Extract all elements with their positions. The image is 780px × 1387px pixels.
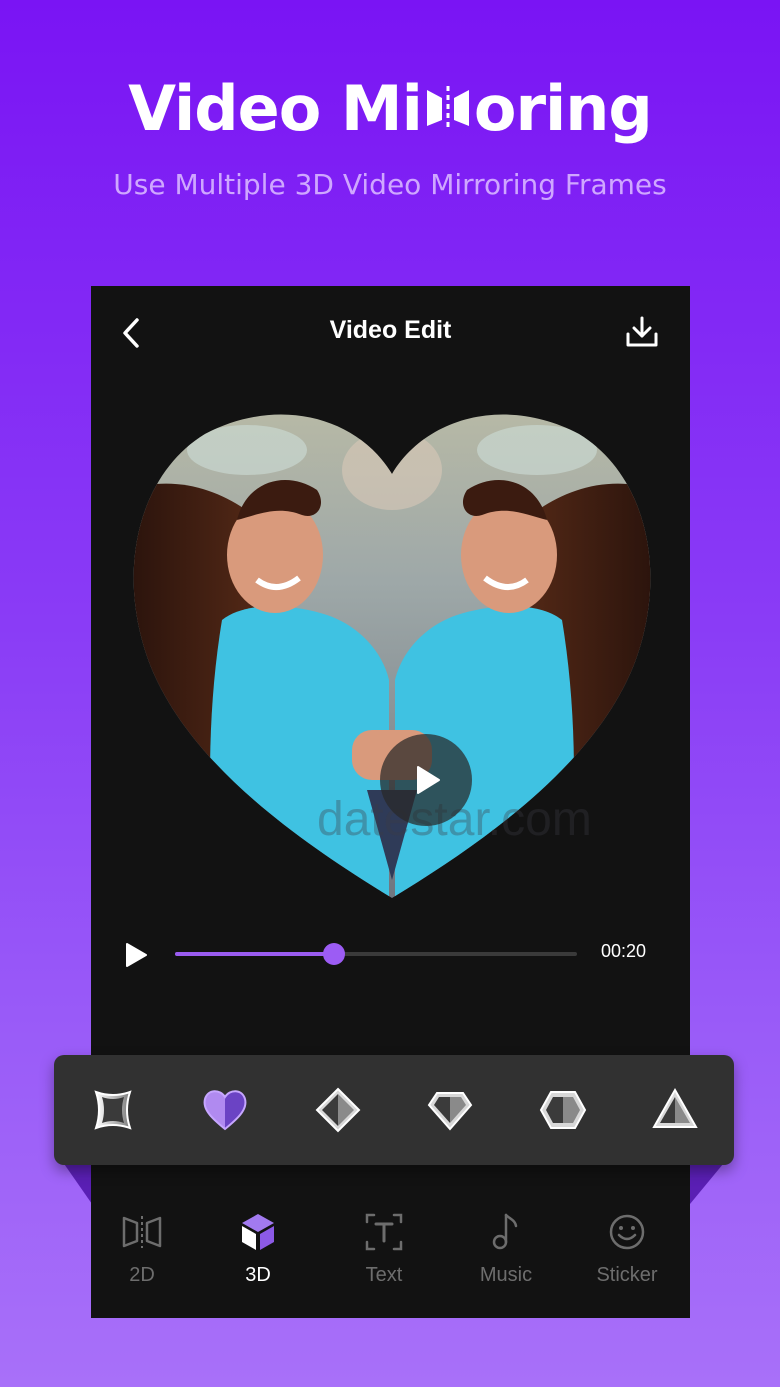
frame-option-square[interactable] — [88, 1085, 138, 1135]
hexagon-frame-icon — [539, 1091, 587, 1129]
seek-thumb[interactable] — [322, 943, 345, 965]
headline-text-start: Video Mi — [128, 72, 423, 145]
screen-title: Video Edit — [329, 316, 452, 344]
tab-text[interactable]: Text — [329, 1196, 439, 1296]
cube-3d-icon — [242, 1214, 274, 1250]
tab-2d[interactable]: 2D — [87, 1196, 197, 1296]
tab-2d-label: 2D — [129, 1264, 155, 1286]
gem-frame-icon — [427, 1092, 473, 1131]
frame-option-triangle[interactable] — [650, 1085, 700, 1135]
download-button[interactable] — [624, 314, 660, 350]
diamond-frame-icon — [315, 1087, 361, 1133]
music-note-icon — [492, 1213, 518, 1250]
mirror-frame-selector — [54, 1055, 734, 1165]
playback-bar: 00:20 — [91, 936, 690, 972]
frame-option-heart[interactable] — [200, 1085, 250, 1135]
tab-sticker[interactable]: Sticker — [572, 1196, 682, 1296]
frame-option-hexagon[interactable] — [538, 1085, 588, 1135]
promo-headline: Video Mi oring — [0, 72, 780, 149]
mirror-icon — [423, 76, 473, 149]
bottom-tab-bar: 2D 3D Text Music Sticker — [91, 1196, 690, 1306]
promo-subtitle: Use Multiple 3D Video Mirroring Frames — [113, 168, 667, 201]
tab-3d[interactable]: 3D — [203, 1196, 313, 1296]
center-play-button[interactable] — [380, 734, 472, 826]
download-icon — [626, 316, 658, 347]
tab-music-label: Music — [479, 1264, 533, 1286]
smiley-sticker-icon — [609, 1214, 645, 1250]
text-icon — [365, 1213, 403, 1251]
frame-option-gem[interactable] — [425, 1085, 475, 1135]
play-icon — [126, 943, 147, 967]
seek-track[interactable] — [175, 943, 577, 965]
headline-text-end: oring — [473, 72, 653, 145]
play-button[interactable] — [123, 942, 149, 968]
square-frame-icon — [94, 1090, 132, 1130]
frame-option-diamond[interactable] — [313, 1085, 363, 1135]
playback-time: 00:20 — [601, 941, 647, 961]
tab-sticker-label: Sticker — [596, 1264, 658, 1286]
video-preview[interactable]: datestar.com — [127, 410, 657, 900]
seek-progress — [175, 952, 334, 956]
triangle-frame-icon — [652, 1087, 698, 1128]
top-bar: Video Edit — [91, 286, 690, 382]
play-icon — [417, 766, 440, 794]
mirror-2d-icon — [122, 1216, 162, 1248]
tab-text-label: Text — [365, 1264, 403, 1286]
tab-3d-label: 3D — [245, 1264, 271, 1286]
tab-music[interactable]: Music — [451, 1196, 561, 1296]
heart-frame-icon — [203, 1090, 247, 1131]
